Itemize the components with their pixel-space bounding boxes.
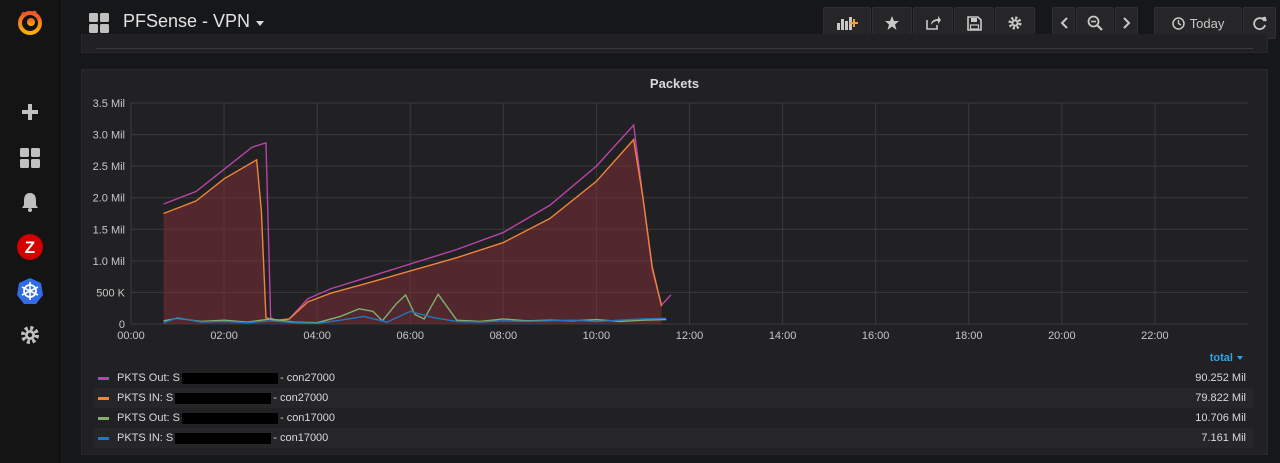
dashboards-icon[interactable] [88,12,110,34]
grafana-logo-icon[interactable] [0,2,60,42]
legend-label: - con17000 [273,432,329,444]
legend-label: - con27000 [279,372,336,384]
legend-swatch[interactable] [98,376,109,380]
side-menu: Z [0,0,60,463]
previous-panel [81,34,1268,53]
legend: PKTS Out: S - con27000 90.252 Mil PKTS IN… [94,368,1254,448]
x-tick-label: 16:00 [862,330,890,342]
clock-icon [1171,16,1185,30]
legend-swatch[interactable] [98,436,109,440]
packets-graph[interactable]: 0500 K1.0 Mil1.5 Mil2.0 Mil2.5 Mil3.0 Mi… [82,70,1269,350]
legend-total: 10.706 Mil [1195,412,1246,424]
caret-down-icon [1237,356,1243,360]
legend-label: PKTS IN: S [117,432,174,444]
legend-swatch[interactable] [98,416,109,420]
time-range-label: Today [1189,15,1225,31]
series-area [163,139,662,324]
dashboard-title: PFSense - VPN [123,11,251,31]
x-tick-label: 18:00 [955,330,983,342]
x-tick-label: 04:00 [303,330,331,342]
redaction-bar [181,372,278,384]
chevron-right-icon [1122,17,1130,29]
dashboards-icon[interactable] [0,138,60,178]
gear-icon [1008,16,1022,30]
legend-total: 7.161 Mil [1201,432,1246,444]
add-panel-icon [837,17,858,30]
share-icon [926,16,941,30]
legend-item[interactable]: PKTS IN: S - con17000 7.161 Mil [94,428,1254,448]
gear-icon[interactable] [0,315,60,355]
kubernetes-icon[interactable] [0,271,60,311]
legend-label: PKTS Out: S [117,412,180,424]
legend-total: 79.822 Mil [1195,392,1246,404]
x-tick-label: 00:00 [117,330,145,342]
zabbix-letter: Z [25,238,35,257]
bell-icon[interactable] [0,182,60,222]
dashboard-title-picker[interactable]: PFSense - VPN [123,11,265,32]
y-tick-label: 500 K [96,287,125,299]
y-tick-label: 2.5 Mil [93,161,125,173]
redaction-bar [175,392,272,404]
chevron-left-icon [1060,17,1068,29]
y-tick-label: 3.0 Mil [93,130,125,142]
x-tick-label: 22:00 [1141,330,1169,342]
zabbix-icon[interactable]: Z [0,227,60,267]
x-tick-label: 02:00 [210,330,238,342]
refresh-icon [1253,16,1267,30]
zoom-out-icon [1087,15,1103,31]
x-tick-label: 20:00 [1048,330,1076,342]
y-tick-label: 1.5 Mil [93,224,125,236]
x-tick-label: 10:00 [583,330,611,342]
star-icon [885,16,899,30]
redaction-bar [181,412,278,424]
legend-sort-label: total [1209,352,1233,364]
redaction-bar [175,432,272,444]
y-tick-label: 2.0 Mil [93,193,125,205]
legend-label: - con17000 [279,412,336,424]
x-tick-label: 06:00 [396,330,424,342]
caret-down-icon [256,21,265,26]
legend-total: 90.252 Mil [1195,372,1246,384]
legend-label: - con27000 [273,392,329,404]
x-tick-label: 12:00 [676,330,704,342]
legend-sort-total[interactable]: total [1210,352,1243,364]
legend-item[interactable]: PKTS IN: S - con27000 79.822 Mil [94,388,1254,408]
x-tick-label: 14:00 [769,330,797,342]
legend-swatch[interactable] [98,396,109,400]
x-tick-label: 08:00 [490,330,518,342]
legend-item[interactable]: PKTS Out: S - con27000 90.252 Mil [94,368,1254,388]
save-icon [966,15,982,31]
y-tick-label: 1.0 Mil [93,256,125,268]
y-tick-label: 3.5 Mil [93,98,125,110]
legend-item[interactable]: PKTS Out: S - con17000 10.706 Mil [94,408,1254,428]
packets-panel: Packets 0 500 K 1.0 Mil 1.5 Mil 2.0 Mil 2.5 M… [81,69,1268,455]
legend-label: PKTS Out: S [117,372,180,384]
plus-icon[interactable] [0,92,60,132]
legend-label: PKTS IN: S [117,392,174,404]
